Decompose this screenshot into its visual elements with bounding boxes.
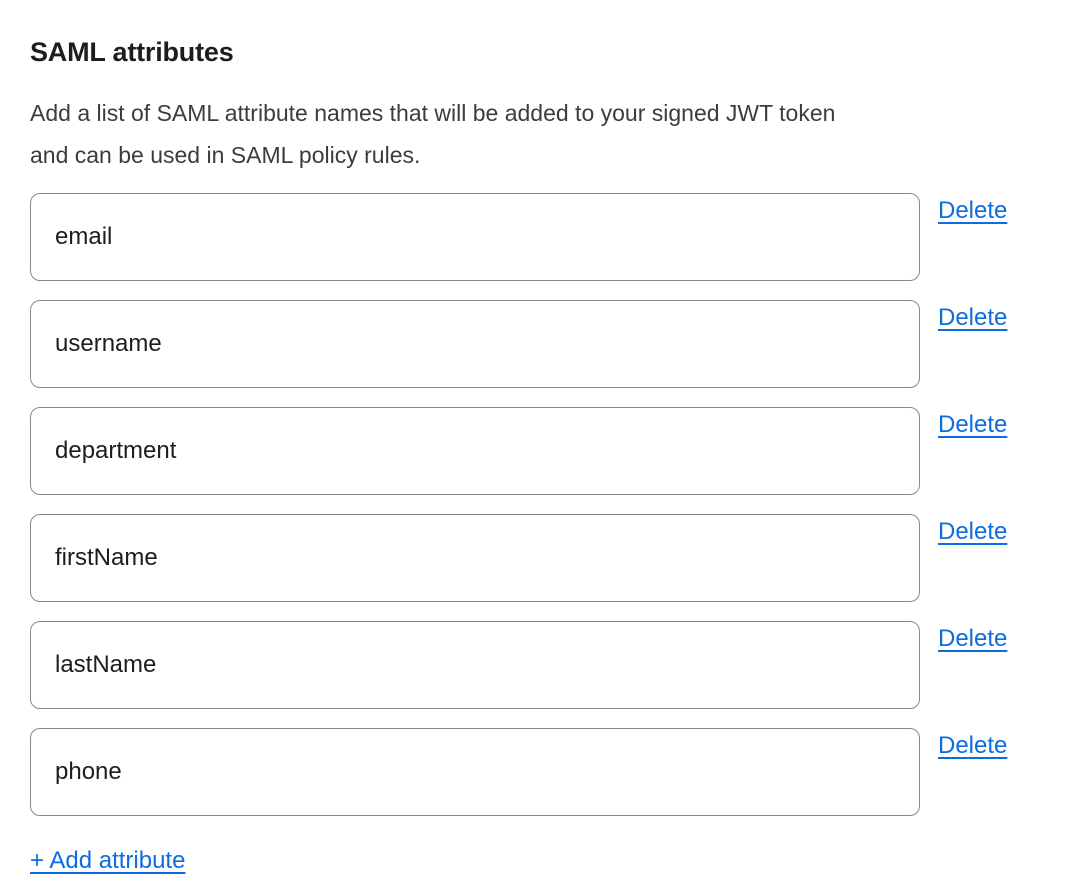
add-attribute-link[interactable]: + Add attribute	[30, 847, 185, 875]
delete-attribute-link[interactable]: Delete	[938, 411, 1007, 439]
attribute-row: Delete	[30, 621, 1036, 709]
delete-attribute-link[interactable]: Delete	[938, 625, 1007, 653]
delete-attribute-link[interactable]: Delete	[938, 732, 1007, 760]
attribute-name-input[interactable]	[30, 728, 920, 816]
attribute-list: Delete Delete Delete Delete Delete Delet…	[30, 193, 1036, 816]
delete-attribute-link[interactable]: Delete	[938, 304, 1007, 332]
section-title: SAML attributes	[30, 36, 1036, 68]
section-description: Add a list of SAML attribute names that …	[30, 92, 1036, 176]
attribute-row: Delete	[30, 407, 1036, 495]
delete-attribute-link[interactable]: Delete	[938, 518, 1007, 546]
attribute-name-input[interactable]	[30, 621, 920, 709]
attribute-row: Delete	[30, 193, 1036, 281]
attribute-name-input[interactable]	[30, 300, 920, 388]
attribute-row: Delete	[30, 728, 1036, 816]
attribute-name-input[interactable]	[30, 407, 920, 495]
delete-attribute-link[interactable]: Delete	[938, 197, 1007, 225]
attribute-name-input[interactable]	[30, 193, 920, 281]
attribute-name-input[interactable]	[30, 514, 920, 602]
attribute-row: Delete	[30, 300, 1036, 388]
saml-attributes-panel: SAML attributes Add a list of SAML attri…	[0, 0, 1066, 875]
attribute-row: Delete	[30, 514, 1036, 602]
